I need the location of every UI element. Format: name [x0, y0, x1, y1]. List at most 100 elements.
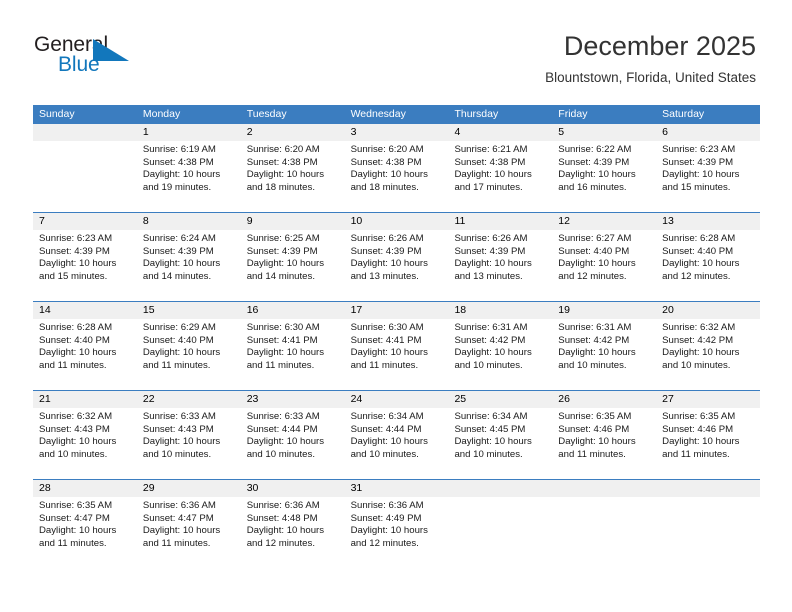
weekday-header-tuesday: Tuesday: [246, 108, 287, 120]
sunset-text: Sunset: 4:49 PM: [350, 512, 422, 524]
day-cell: Sunrise: 6:26 AM Sunset: 4:39 PM Dayligh…: [345, 230, 449, 301]
sunrise-text: Sunrise: 6:36 AM: [142, 500, 216, 511]
sunset-text: Sunset: 4:38 PM: [350, 156, 422, 168]
day-cell: [33, 141, 137, 212]
sunrise-text: Sunrise: 6:31 AM: [558, 322, 632, 333]
daylight-text-line1: Daylight: 10 hours: [350, 169, 428, 181]
day-number: 29: [142, 482, 155, 494]
day-cell: Sunrise: 6:31 AM Sunset: 4:42 PM Dayligh…: [448, 319, 552, 390]
daylight-text-line1: Daylight: 10 hours: [350, 258, 428, 270]
day-cell: [552, 497, 656, 573]
daylight-text-line2: and 12 minutes.: [350, 537, 419, 549]
sunset-text: Sunset: 4:41 PM: [350, 334, 422, 346]
day-cell: [656, 497, 760, 573]
daylight-text-line1: Daylight: 10 hours: [662, 436, 740, 448]
day-cell: Sunrise: 6:30 AM Sunset: 4:41 PM Dayligh…: [241, 319, 345, 390]
week-date-band: 28 29 30 31: [33, 480, 760, 497]
sunrise-text: Sunrise: 6:30 AM: [350, 322, 424, 333]
sunrise-text: Sunrise: 6:28 AM: [662, 233, 736, 244]
daylight-text-line1: Daylight: 10 hours: [454, 436, 532, 448]
daylight-text-line1: Daylight: 10 hours: [454, 347, 532, 359]
daylight-text-line1: Daylight: 10 hours: [454, 258, 532, 270]
daylight-text-line1: Daylight: 10 hours: [454, 169, 532, 181]
day-cell: Sunrise: 6:36 AM Sunset: 4:49 PM Dayligh…: [345, 497, 449, 573]
day-number: 20: [662, 304, 674, 316]
sunset-text: Sunset: 4:38 PM: [454, 156, 526, 168]
daylight-text-line2: and 10 minutes.: [454, 359, 523, 371]
sunset-text: Sunset: 4:39 PM: [246, 245, 318, 257]
sunrise-text: Sunrise: 6:36 AM: [350, 500, 424, 511]
page-title: December 2025: [563, 31, 756, 61]
day-cell: Sunrise: 6:35 AM Sunset: 4:46 PM Dayligh…: [656, 408, 760, 479]
daylight-text-line1: Daylight: 10 hours: [39, 436, 117, 448]
day-number: 22: [142, 393, 155, 405]
weekday-header-friday: Friday: [558, 108, 588, 120]
sunrise-text: Sunrise: 6:28 AM: [39, 322, 113, 333]
page-header: General Blue December 2025 Blountstown, …: [0, 0, 792, 104]
sunset-text: Sunset: 4:48 PM: [246, 512, 318, 524]
day-number: 3: [350, 126, 357, 138]
week-date-band: 14 15 16 17 18 19 20: [33, 302, 760, 319]
daylight-text-line2: and 18 minutes.: [246, 181, 315, 193]
day-number: 2: [246, 126, 253, 138]
day-cell: Sunrise: 6:35 AM Sunset: 4:47 PM Dayligh…: [33, 497, 137, 573]
sunrise-text: Sunrise: 6:35 AM: [39, 500, 113, 511]
day-number: 25: [454, 393, 467, 405]
daylight-text-line1: Daylight: 10 hours: [246, 347, 325, 359]
day-cell: Sunrise: 6:34 AM Sunset: 4:44 PM Dayligh…: [345, 408, 449, 479]
sunrise-text: Sunrise: 6:23 AM: [662, 144, 736, 155]
week-detail-band: Sunrise: 6:32 AM Sunset: 4:43 PM Dayligh…: [33, 408, 760, 479]
sunset-text: Sunset: 4:47 PM: [142, 512, 214, 524]
sunset-text: Sunset: 4:40 PM: [39, 334, 110, 346]
day-cell: Sunrise: 6:32 AM Sunset: 4:42 PM Dayligh…: [656, 319, 760, 390]
daylight-text-line2: and 11 minutes.: [39, 359, 107, 371]
day-number: 9: [246, 215, 253, 227]
week-date-band: 7 8 9 10 11 12 13: [33, 213, 760, 230]
sunrise-text: Sunrise: 6:25 AM: [246, 233, 320, 244]
day-number: 31: [350, 482, 363, 494]
daylight-text-line1: Daylight: 10 hours: [662, 347, 740, 359]
week-date-band: 21 22 23 24 25 26 27: [33, 391, 760, 408]
sunrise-text: Sunrise: 6:32 AM: [39, 411, 113, 422]
sunset-text: Sunset: 4:38 PM: [246, 156, 318, 168]
day-number: [552, 480, 656, 497]
daylight-text-line2: and 11 minutes.: [142, 537, 211, 549]
day-number: 13: [662, 215, 674, 227]
daylight-text-line2: and 18 minutes.: [350, 181, 419, 193]
day-cell: Sunrise: 6:20 AM Sunset: 4:38 PM Dayligh…: [241, 141, 345, 212]
weekday-header-monday: Monday: [142, 108, 181, 120]
general-blue-logo[interactable]: General Blue: [34, 33, 164, 81]
sunrise-text: Sunrise: 6:34 AM: [350, 411, 424, 422]
sunset-text: Sunset: 4:40 PM: [142, 334, 214, 346]
day-cell: Sunrise: 6:29 AM Sunset: 4:40 PM Dayligh…: [137, 319, 241, 390]
sunset-text: Sunset: 4:45 PM: [454, 423, 526, 435]
day-cell: Sunrise: 6:33 AM Sunset: 4:44 PM Dayligh…: [241, 408, 345, 479]
daylight-text-line2: and 11 minutes.: [558, 448, 626, 460]
sunset-text: Sunset: 4:44 PM: [246, 423, 318, 435]
day-cell: Sunrise: 6:27 AM Sunset: 4:40 PM Dayligh…: [552, 230, 656, 301]
sunset-text: Sunset: 4:42 PM: [454, 334, 526, 346]
calendar-page: General Blue December 2025 Blountstown, …: [0, 0, 792, 612]
sunrise-text: Sunrise: 6:29 AM: [142, 322, 216, 333]
daylight-text-line1: Daylight: 10 hours: [662, 169, 740, 181]
day-cell: Sunrise: 6:26 AM Sunset: 4:39 PM Dayligh…: [448, 230, 552, 301]
day-number: 6: [662, 126, 668, 138]
daylight-text-line2: and 10 minutes.: [558, 359, 627, 371]
sunset-text: Sunset: 4:42 PM: [558, 334, 630, 346]
day-cell: Sunrise: 6:35 AM Sunset: 4:46 PM Dayligh…: [552, 408, 656, 479]
sunset-text: Sunset: 4:39 PM: [454, 245, 526, 257]
day-cell: Sunrise: 6:22 AM Sunset: 4:39 PM Dayligh…: [552, 141, 656, 212]
daylight-text-line2: and 10 minutes.: [246, 448, 315, 460]
daylight-text-line1: Daylight: 10 hours: [558, 347, 636, 359]
sunrise-text: Sunrise: 6:33 AM: [142, 411, 216, 422]
weekday-header-saturday: Saturday: [662, 108, 705, 120]
sunrise-text: Sunrise: 6:30 AM: [246, 322, 320, 333]
sunset-text: Sunset: 4:39 PM: [39, 245, 110, 257]
daylight-text-line1: Daylight: 10 hours: [39, 525, 117, 537]
day-cell: Sunrise: 6:23 AM Sunset: 4:39 PM Dayligh…: [656, 141, 760, 212]
sunrise-text: Sunrise: 6:21 AM: [454, 144, 528, 155]
daylight-text-line2: and 10 minutes.: [350, 448, 419, 460]
weekday-header-sunday: Sunday: [39, 108, 75, 120]
day-number: 19: [558, 304, 570, 316]
daylight-text-line2: and 16 minutes.: [558, 181, 627, 193]
